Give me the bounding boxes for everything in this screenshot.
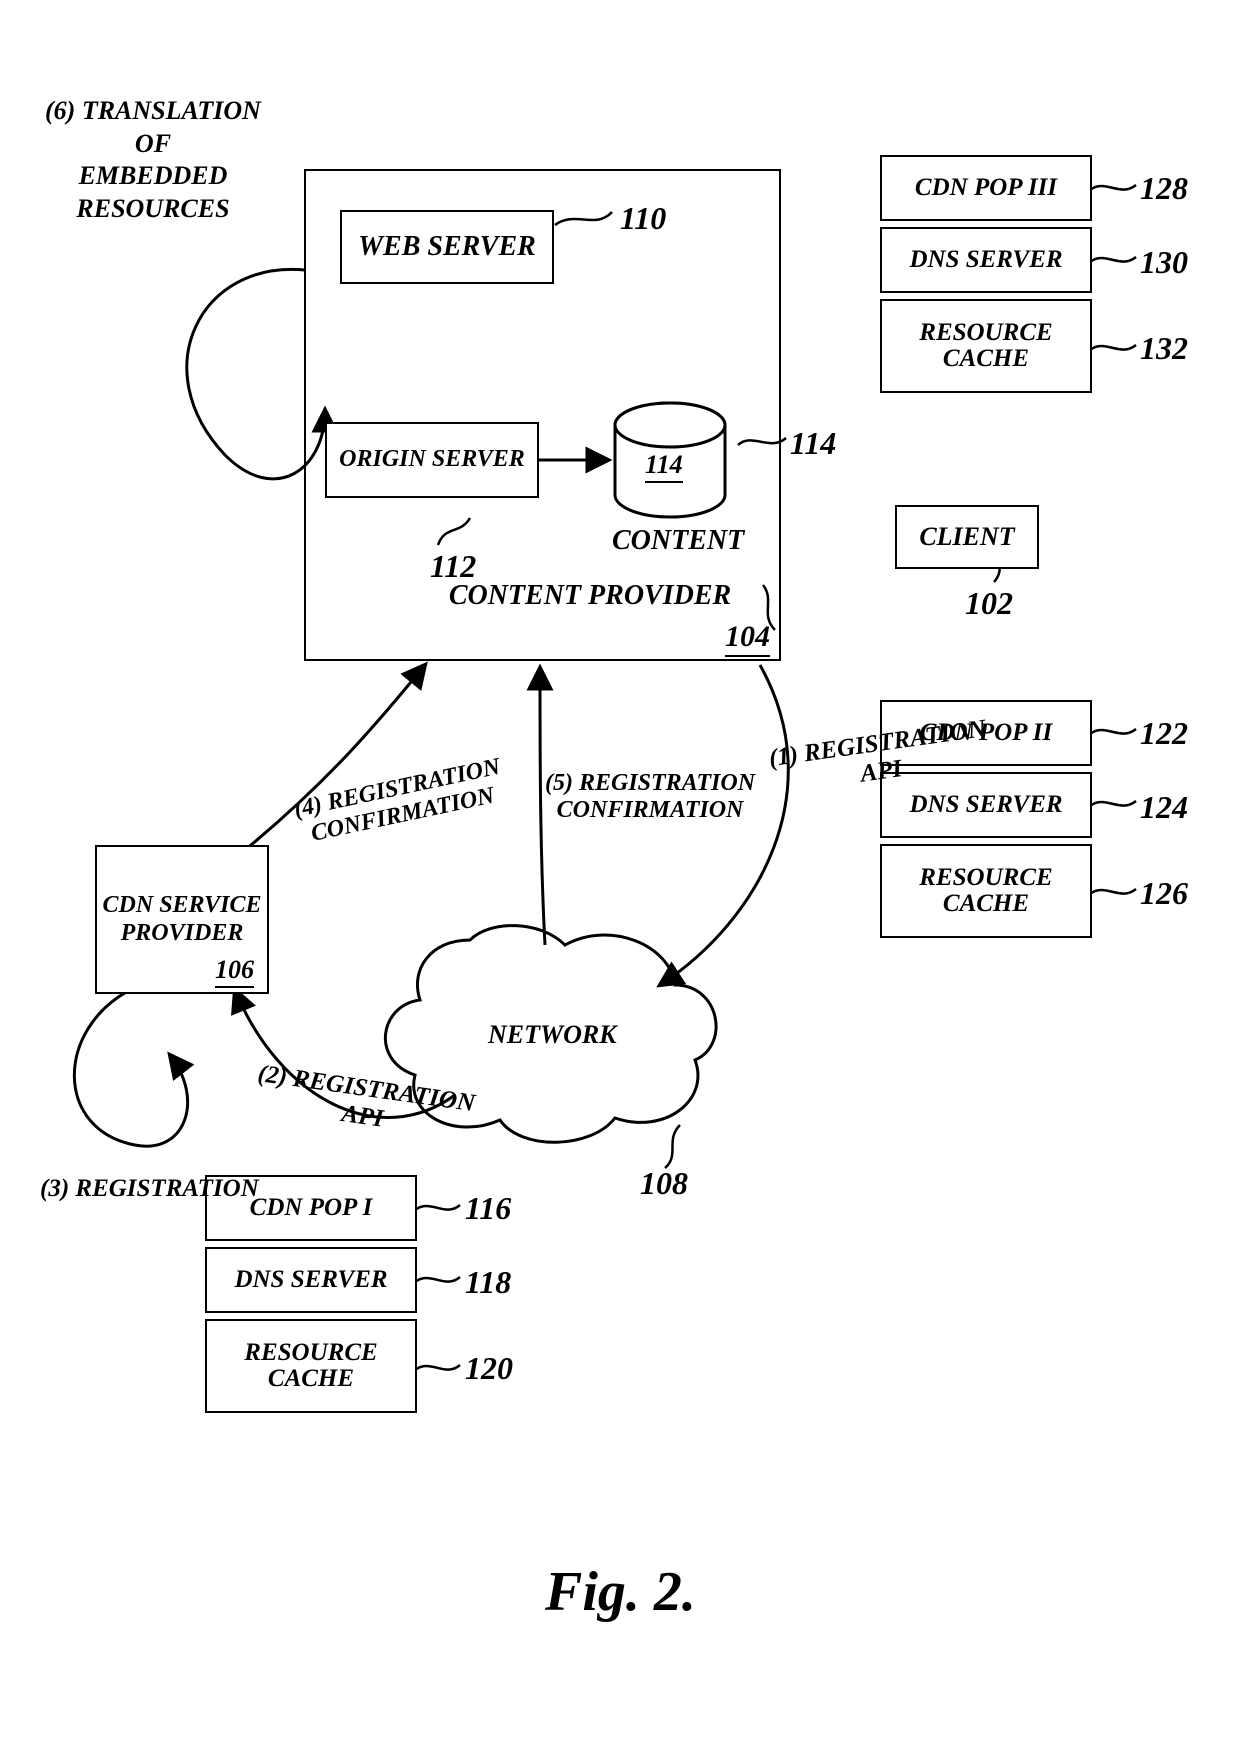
network-label: NETWORK (488, 1020, 617, 1050)
content-db-label: CONTENT (612, 525, 744, 557)
pop1-dns-ref: 118 (465, 1264, 511, 1301)
network-ref: 108 (640, 1165, 688, 1202)
pop2-dns: DNS SERVER (880, 772, 1092, 838)
content-provider-label: CONTENT PROVIDER (420, 580, 760, 612)
pop2-header-ref: 122 (1140, 715, 1188, 752)
origin-server-box: ORIGIN SERVER (325, 422, 539, 498)
client-box: CLIENT (895, 505, 1039, 569)
pop3-dns: DNS SERVER (880, 227, 1092, 293)
pop1-header-ref: 116 (465, 1190, 511, 1227)
pop3-cache-ref: 132 (1140, 330, 1188, 367)
figure-caption: Fig. 2. (545, 1560, 696, 1624)
flow-3-label: (3) REGISTRATION (40, 1175, 259, 1203)
pop3-cache: RESOURCE CACHE (880, 299, 1092, 393)
content-provider-ref: 104 (725, 620, 770, 654)
client-ref: 102 (965, 585, 1013, 622)
web-server-box: WEB SERVER (340, 210, 554, 284)
flow-6-label: (6) TRANSLATION OF EMBEDDED RESOURCES (45, 95, 261, 225)
pop1-cache: RESOURCE CACHE (205, 1319, 417, 1413)
web-server-ref: 110 (620, 200, 666, 237)
pop3-header-ref: 128 (1140, 170, 1188, 207)
pop2-cache-ref: 126 (1140, 875, 1188, 912)
pop1-dns: DNS SERVER (205, 1247, 417, 1313)
pop2-dns-ref: 124 (1140, 789, 1188, 826)
content-db-ref-inner: 114 (645, 450, 683, 480)
pop2-cache: RESOURCE CACHE (880, 844, 1092, 938)
pop3-header: CDN POP III (880, 155, 1092, 221)
flow-5-label: (5) REGISTRATION CONFIRMATION (545, 770, 755, 824)
cdn-service-provider-ref: 106 (215, 955, 254, 985)
content-db-ref: 114 (790, 425, 836, 462)
pop3-dns-ref: 130 (1140, 244, 1188, 281)
pop1-cache-ref: 120 (465, 1350, 513, 1387)
